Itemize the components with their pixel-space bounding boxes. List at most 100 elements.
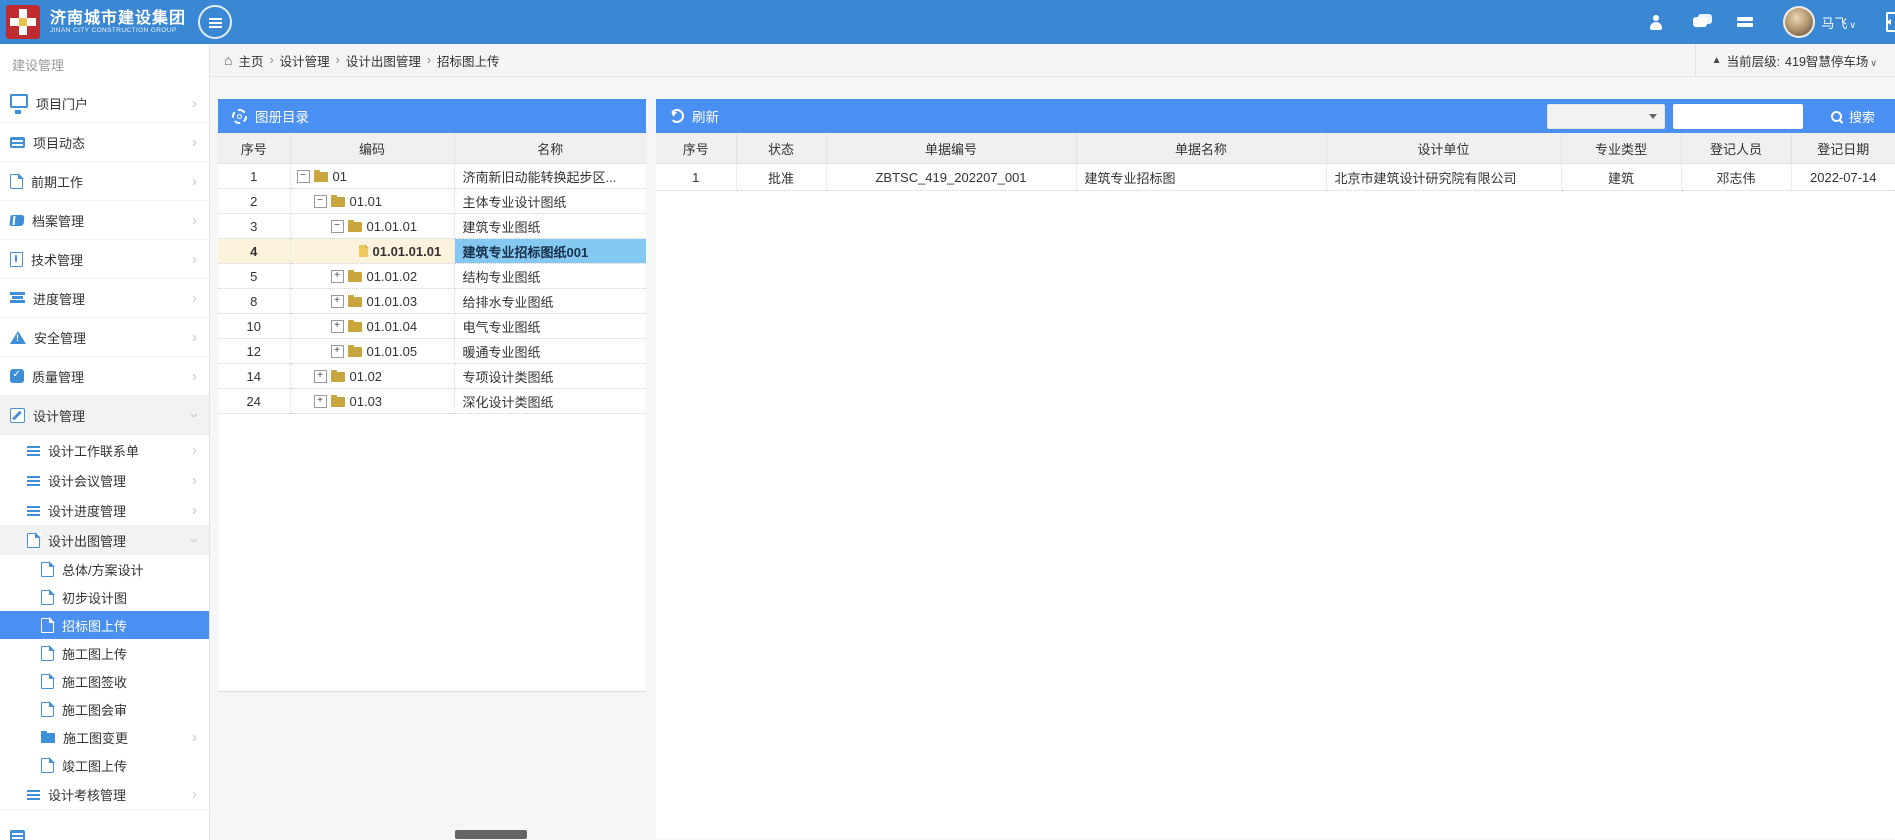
shell: 建设管理 项目门户 项目动态 前期工作 档案管理 — [0, 44, 1895, 840]
tree-seq: 5 — [218, 264, 290, 289]
chevron-right-icon — [192, 174, 197, 189]
sidebar-item-label: 总体/方案设计 — [62, 560, 144, 579]
breadcrumb-bid-drawing-upload[interactable]: 招标图上传 — [437, 51, 500, 70]
sidebar-item-construction-drawing-receipt[interactable]: 施工图签收 — [0, 667, 209, 695]
expand-toggle-icon[interactable] — [331, 345, 344, 358]
expand-toggle-icon[interactable] — [331, 295, 344, 308]
column-header-registrant[interactable]: 登记人员 — [1681, 133, 1791, 164]
sidebar-item-design-meeting[interactable]: 设计会议管理 — [0, 465, 209, 495]
sidebar-item-project-news[interactable]: 项目动态 — [0, 123, 209, 162]
sidebar-item-quality-management[interactable]: 质量管理 — [0, 357, 209, 396]
folder-icon — [331, 397, 345, 407]
tree-row[interactable]: 8 01.01.03 给排水专业图纸 — [218, 289, 646, 314]
sidebar-item-schedule-management[interactable]: 进度管理 — [0, 279, 209, 318]
sidebar-item-design-drawing-management[interactable]: 设计出图管理 — [0, 525, 209, 555]
folder-icon — [331, 372, 345, 382]
column-header-seq[interactable]: 序号 — [656, 133, 736, 164]
breadcrumb: ⌂ 主页 › 设计管理 › 设计出图管理 › 招标图上传 — [224, 51, 500, 70]
sidebar-item-preliminary-design[interactable]: 初步设计图 — [0, 583, 209, 611]
column-header-name[interactable]: 名称 — [454, 133, 646, 164]
chevron-right-icon — [192, 369, 197, 384]
tree-row-selected[interactable]: 4 01.01.01.01 建筑专业招标图纸001 — [218, 239, 646, 264]
tree-row[interactable]: 1 01 济南新旧动能转换起步区... — [218, 164, 646, 189]
sidebar-item-design-work-contact[interactable]: 设计工作联系单 — [0, 435, 209, 465]
doc-name: 建筑专业招标图 — [1076, 164, 1326, 191]
tree-seq: 14 — [218, 364, 290, 389]
current-level-selector[interactable]: ▲ 当前层级: 419智慧停车场 — [1695, 44, 1895, 76]
tree-row[interactable]: 5 01.01.02 结构专业图纸 — [218, 264, 646, 289]
column-header-doc-name[interactable]: 单据名称 — [1076, 133, 1326, 164]
breadcrumb-design-management[interactable]: 设计管理 — [280, 51, 330, 70]
documents-panel: 刷新 搜索 — [656, 99, 1895, 839]
sidebar-item-technical-management[interactable]: 技术管理 — [0, 240, 209, 279]
user-icon[interactable] — [1649, 15, 1663, 30]
user-name: 马飞 — [1821, 13, 1856, 32]
chevron-right-icon — [192, 96, 197, 111]
sidebar-item-design-management[interactable]: 设计管理 — [0, 396, 209, 435]
column-header-seq[interactable]: 序号 — [218, 133, 290, 164]
sidebar-item-archive-management[interactable]: 档案管理 — [0, 201, 209, 240]
search-input[interactable] — [1673, 104, 1803, 129]
search-button[interactable]: 搜索 — [1825, 106, 1881, 127]
sidebar-item-safety-management[interactable]: 安全管理 — [0, 318, 209, 357]
tasks-icon[interactable] — [1737, 17, 1753, 21]
sidebar-item-label: 项目门户 — [36, 94, 88, 113]
news-icon — [10, 830, 25, 840]
tree-code-text: 01.01.01.01 — [373, 244, 442, 259]
tree-row[interactable]: 3 01.01.01 建筑专业图纸 — [218, 214, 646, 239]
user-menu[interactable]: 马飞 — [1783, 6, 1856, 38]
tree-row[interactable]: 10 01.01.04 电气专业图纸 — [218, 314, 646, 339]
document-row[interactable]: 1 批准 ZBTSC_419_202207_001 建筑专业招标图 北京市建筑设… — [656, 164, 1895, 191]
sidebar-item-design-progress[interactable]: 设计进度管理 — [0, 495, 209, 525]
warning-triangle-icon — [10, 331, 26, 344]
book-icon — [9, 215, 24, 226]
sidebar-item-design-assessment[interactable]: 设计考核管理 — [0, 779, 209, 810]
sidebar-item-preliminary-work[interactable]: 前期工作 — [0, 162, 209, 201]
breadcrumb-bar: ⌂ 主页 › 设计管理 › 设计出图管理 › 招标图上传 ▲ 当前层级: 419… — [210, 44, 1895, 77]
sidebar-item-label: 质量管理 — [32, 367, 84, 386]
chevron-right-icon — [192, 291, 197, 306]
tree-row[interactable]: 24 01.03 深化设计类图纸 — [218, 389, 646, 414]
expand-toggle-icon[interactable] — [331, 270, 344, 283]
sidebar-item-construction-drawing-review[interactable]: 施工图会审 — [0, 695, 209, 723]
tree-row[interactable]: 14 01.02 专项设计类图纸 — [218, 364, 646, 389]
expand-toggle-icon[interactable] — [331, 320, 344, 333]
breadcrumb-design-drawing-management[interactable]: 设计出图管理 — [346, 51, 421, 70]
sidebar-item-construction-drawing-upload[interactable]: 施工图上传 — [0, 639, 209, 667]
search-toolbar: 搜索 — [1547, 104, 1895, 129]
sidebar-item-label: 安全管理 — [34, 328, 86, 347]
column-header-major-type[interactable]: 专业类型 — [1561, 133, 1681, 164]
column-header-code[interactable]: 编码 — [290, 133, 454, 164]
column-header-doc-no[interactable]: 单据编号 — [826, 133, 1076, 164]
tree-seq: 24 — [218, 389, 290, 414]
collapse-toggle-icon[interactable] — [297, 170, 310, 183]
catalog-tree-table: 序号 编码 名称 1 01 — [218, 133, 646, 414]
logout-icon[interactable] — [1886, 12, 1895, 32]
column-header-reg-date[interactable]: 登记日期 — [1791, 133, 1895, 164]
sidebar-toggle-button[interactable] — [198, 5, 232, 39]
column-header-design-unit[interactable]: 设计单位 — [1326, 133, 1561, 164]
expand-toggle-icon[interactable] — [314, 395, 327, 408]
filter-select[interactable] — [1547, 104, 1665, 129]
refresh-button[interactable]: 刷新 — [692, 106, 719, 126]
sidebar-item-cutoff[interactable] — [0, 816, 209, 840]
sidebar-item-project-portal[interactable]: 项目门户 — [0, 84, 209, 123]
sidebar-item-completion-drawing-upload[interactable]: 竣工图上传 — [0, 751, 209, 779]
expand-toggle-icon[interactable] — [314, 370, 327, 383]
sidebar-item-overall-scheme-design[interactable]: 总体/方案设计 — [0, 555, 209, 583]
sidebar-item-construction-drawing-change[interactable]: 施工图变更 — [0, 723, 209, 751]
doc-reg-date: 2022-07-14 — [1791, 164, 1895, 191]
folder-open-icon — [314, 172, 328, 182]
tree-row[interactable]: 12 01.01.05 暖通专业图纸 — [218, 339, 646, 364]
sidebar-item-bid-drawing-upload[interactable]: 招标图上传 — [0, 611, 209, 639]
messages-icon[interactable] — [1693, 17, 1707, 27]
collapse-toggle-icon[interactable] — [314, 195, 327, 208]
column-header-status[interactable]: 状态 — [736, 133, 826, 164]
brand-subtitle: JINAN CITY CONSTRUCTION GROUP — [50, 27, 186, 34]
tree-row[interactable]: 2 01.01 主体专业设计图纸 — [218, 189, 646, 214]
building-icon: ▲ — [1712, 55, 1722, 66]
collapse-toggle-icon[interactable] — [331, 220, 344, 233]
catalog-panel-header: 图册目录 — [218, 99, 646, 133]
chevron-right-icon — [192, 473, 197, 488]
breadcrumb-home[interactable]: 主页 — [238, 51, 263, 70]
